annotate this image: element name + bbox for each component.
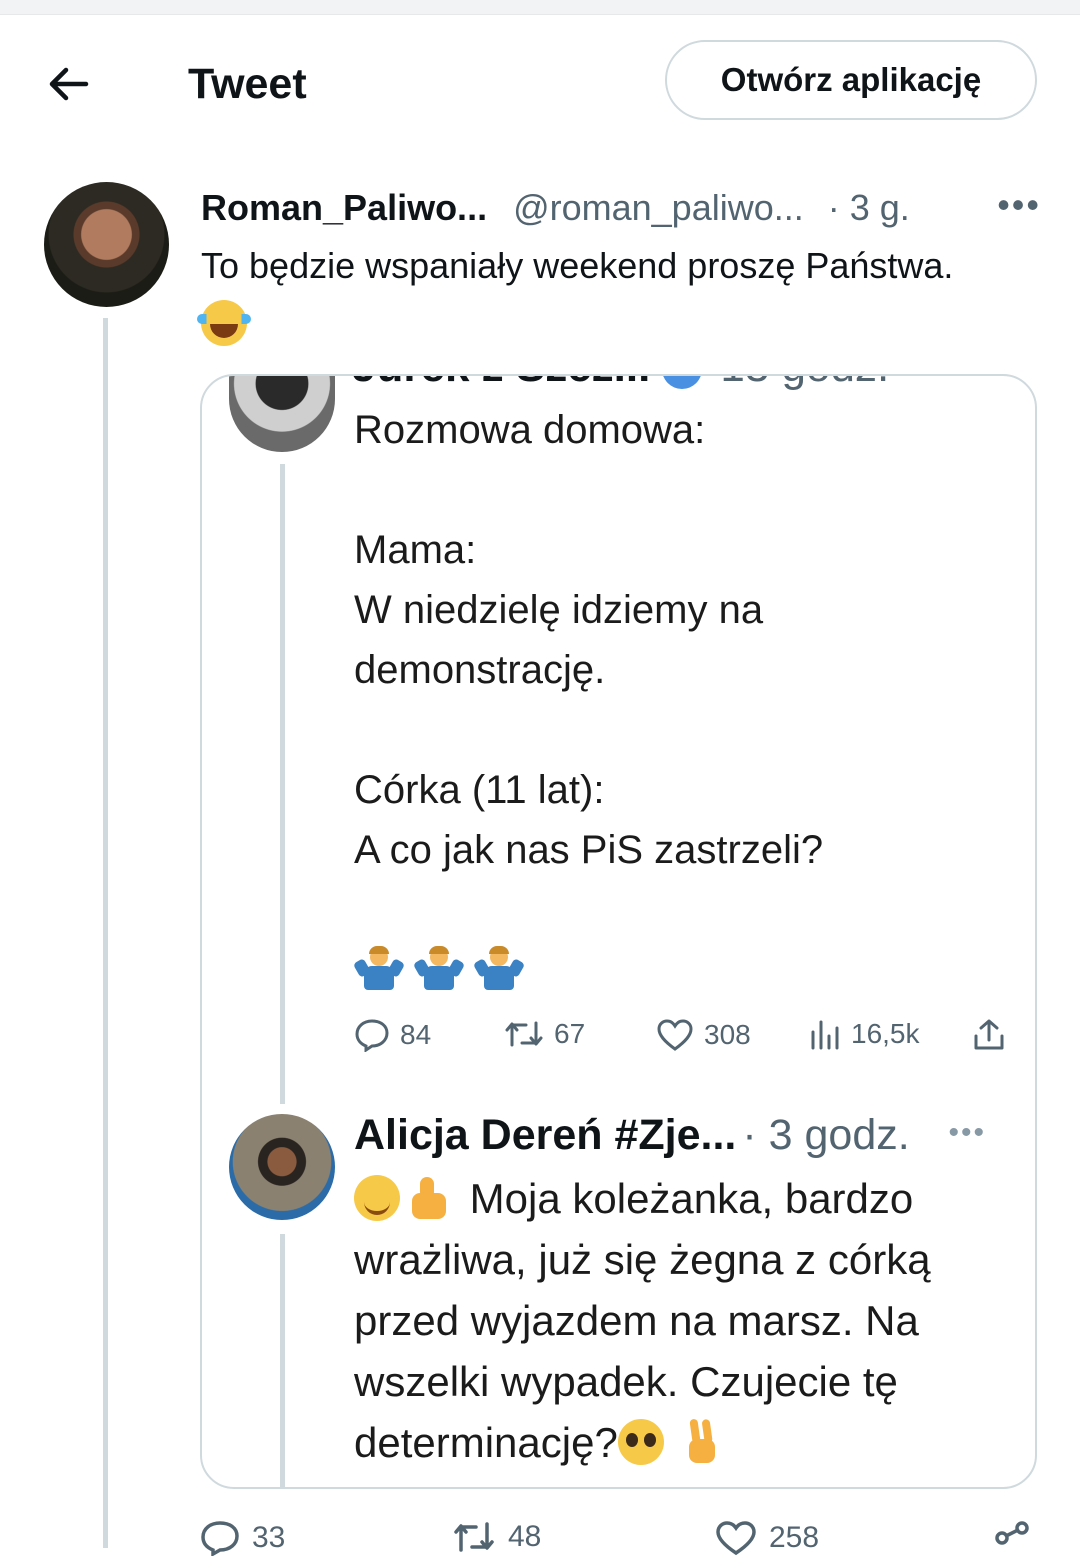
- tweet-meta: Roman_Paliwo... @roman_paliwo... · 3 g. …: [201, 184, 1041, 232]
- retweet-count: 48: [508, 1520, 542, 1553]
- author-avatar[interactable]: [44, 182, 169, 307]
- smiling-face-icon: [354, 1175, 400, 1221]
- pleading-face-icon: [617, 1419, 664, 1465]
- share-button[interactable]: [992, 1520, 1032, 1556]
- tweet-text-body: To będzie wspaniały weekend proszę Państ…: [201, 245, 954, 286]
- retweet-button[interactable]: 48: [452, 1520, 541, 1554]
- quoted-avatar: [229, 376, 335, 452]
- quoted-retweet-stat: 67: [504, 1018, 585, 1050]
- second-quoted-avatar: [229, 1114, 335, 1220]
- reply-button[interactable]: 33: [200, 1520, 285, 1556]
- person-shrugging-icon: [352, 946, 406, 992]
- retweet-icon: [454, 1522, 494, 1552]
- like-count: 308: [704, 1019, 751, 1050]
- reply-count: 33: [252, 1521, 286, 1554]
- quoted-share-stat: [972, 1018, 1006, 1052]
- laughing-emoji-icon: [197, 300, 251, 347]
- like-button[interactable]: 258: [715, 1520, 819, 1556]
- reply-icon: [355, 1019, 389, 1052]
- reply-icon: [201, 1521, 239, 1556]
- app-header: Tweet Otwórz aplikację: [0, 14, 1080, 152]
- share-icon: [995, 1521, 1029, 1545]
- second-quoted-meta: Alicja Dereń #Zje... · 3 godz. •••: [354, 1106, 1014, 1164]
- quoted-tweet-text: Rozmowa domowa: Mama: W niedzielę idziem…: [354, 408, 824, 872]
- second-quoted-more: •••: [948, 1116, 986, 1149]
- person-shrugging-icon: [412, 946, 466, 992]
- retweet-count: 67: [554, 1018, 586, 1049]
- second-quoted-thread-line: [280, 1234, 285, 1487]
- quoted-like-stat: 308: [656, 1018, 751, 1052]
- tweet-image[interactable]: Jurek z Szcz... 13 godz. Rozmowa domowa: …: [200, 374, 1037, 1489]
- thumbs-up-icon: [406, 1175, 452, 1221]
- views-count: 16,5k: [851, 1018, 920, 1049]
- bar-chart-icon: [811, 1020, 839, 1050]
- quoted-views-stat: 16,5k: [809, 1018, 920, 1050]
- heart-icon: [657, 1019, 693, 1051]
- tweet-action-bar: 33 48 258: [200, 1520, 1040, 1560]
- like-count: 258: [769, 1521, 820, 1554]
- quoted-reply-stat: 84: [354, 1018, 431, 1052]
- more-options-button[interactable]: •••: [997, 184, 1041, 226]
- victory-hand-icon: [681, 1419, 721, 1465]
- quoted-header-cut: Jurek z Szcz... 13 godz.: [352, 376, 889, 392]
- reply-count: 84: [400, 1019, 432, 1050]
- top-edge: [0, 0, 1080, 15]
- second-quoted-text: Moja koleżanka, bardzo wrażliwa, już się…: [354, 1168, 1014, 1473]
- heart-icon: [716, 1521, 756, 1556]
- second-quoted-time: · 3 godz.: [742, 1110, 910, 1159]
- second-quoted-author-name: Alicja Dereń #Zje...: [354, 1110, 737, 1159]
- thread-line: [103, 318, 108, 1548]
- quoted-thread-line: [280, 464, 285, 1104]
- quoted-time: 13 godz.: [720, 376, 889, 391]
- shrug-emoji-row: [352, 946, 526, 992]
- tweet-text: To będzie wspaniały weekend proszę Państ…: [197, 240, 1041, 347]
- retweet-icon: [505, 1021, 543, 1047]
- quoted-action-bar: 84 67 308 16,5k: [354, 1018, 1014, 1058]
- author-name[interactable]: Roman_Paliwo...: [201, 187, 487, 229]
- open-app-button[interactable]: Otwórz aplikację: [665, 40, 1037, 120]
- share-icon: [974, 1019, 1004, 1050]
- quoted-author-name: Jurek z Szcz...: [352, 376, 650, 391]
- back-button[interactable]: [40, 56, 96, 112]
- author-handle[interactable]: @roman_paliwo...: [513, 187, 804, 229]
- arrow-left-icon: [49, 67, 89, 101]
- person-shrugging-icon: [472, 946, 526, 992]
- verified-badge-icon: [662, 376, 703, 390]
- tweet-time[interactable]: · 3 g.: [828, 187, 910, 229]
- page-title: Tweet: [188, 60, 307, 108]
